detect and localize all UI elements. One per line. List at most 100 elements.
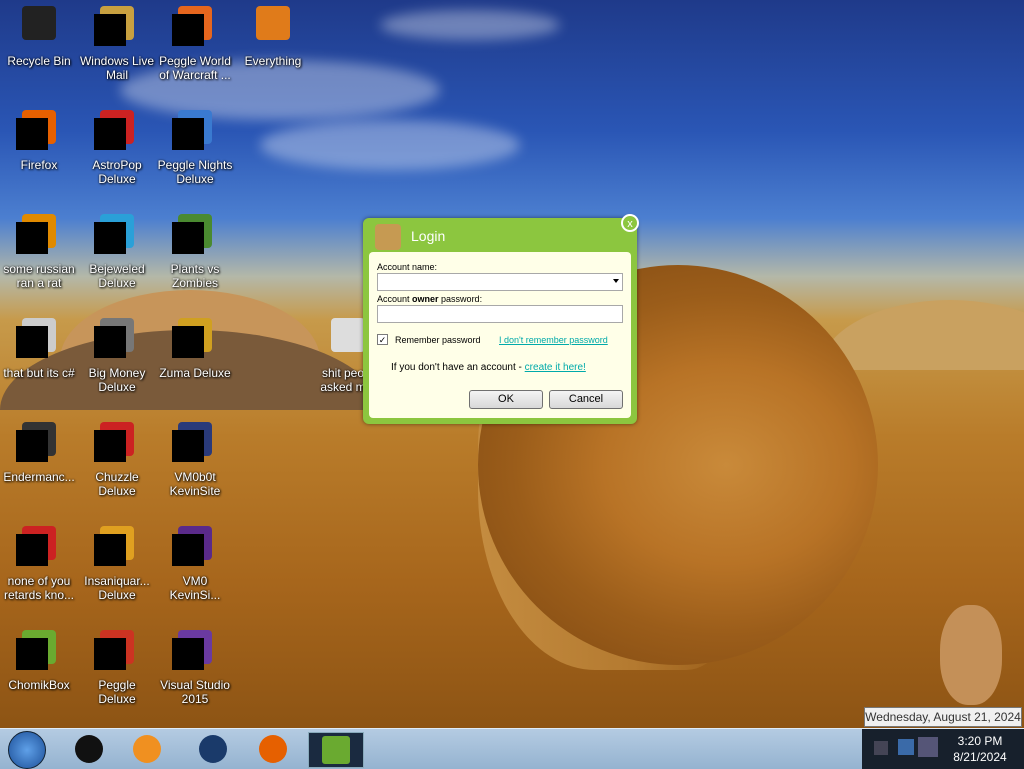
app-icon[interactable]: [16, 214, 56, 254]
visual-studio-icon[interactable]: [172, 630, 212, 670]
account-name-label: Account name:: [377, 262, 438, 272]
redaction-box: [172, 326, 204, 358]
desktop-icon[interactable]: Zuma Deluxe: [157, 318, 233, 380]
chevron-down-icon[interactable]: [613, 279, 619, 283]
network-icon[interactable]: [898, 739, 914, 755]
ok-button[interactable]: OK: [469, 390, 543, 409]
astropop-icon[interactable]: [94, 110, 134, 150]
taskbar-button[interactable]: [308, 732, 364, 768]
desktop-icon[interactable]: Firefox: [1, 110, 77, 172]
chomikbox-icon: [322, 736, 350, 764]
vm-icon[interactable]: [172, 526, 212, 566]
desktop-icon[interactable]: Peggle World of Warcraft ...: [157, 6, 233, 82]
desktop-icon-label: Insaniquar... Deluxe: [84, 574, 150, 602]
redaction-box: [16, 222, 48, 254]
firefox-icon: [259, 735, 287, 763]
desktop-icon-label: AstroPop Deluxe: [92, 158, 142, 186]
vm-icon[interactable]: [172, 422, 212, 462]
desktop-icon[interactable]: Big Money Deluxe: [79, 318, 155, 394]
zuma-icon[interactable]: [172, 318, 212, 358]
app-icon[interactable]: [16, 526, 56, 566]
firefox-icon[interactable]: [16, 110, 56, 150]
desktop-icon-label: Everything: [244, 54, 302, 68]
redaction-box: [94, 14, 126, 46]
owner-password-label: Account owner password:: [377, 294, 482, 304]
folder-icon[interactable]: [331, 318, 365, 352]
desktop-icon[interactable]: VM0 KevinSi...: [157, 526, 233, 602]
desktop-icon[interactable]: Peggle Nights Deluxe: [157, 110, 233, 186]
desktop-icon-label: Recycle Bin: [7, 54, 71, 68]
desktop-icon[interactable]: VM0b0t KevinSite: [157, 422, 233, 498]
desktop-icon[interactable]: Endermanc...: [1, 422, 77, 484]
tray-app-icon[interactable]: [874, 741, 888, 755]
desktop-icon[interactable]: Bejeweled Deluxe: [79, 214, 155, 290]
bejeweled-icon[interactable]: [94, 214, 134, 254]
redaction-box: [172, 638, 204, 670]
cloud: [380, 10, 560, 40]
account-name-dropdown[interactable]: [377, 273, 623, 291]
clock[interactable]: 3:20 PM 8/21/2024: [940, 733, 1020, 765]
desktop-icon-label: Endermanc...: [3, 470, 75, 484]
desktop-icon[interactable]: none of you retards kno...: [1, 526, 77, 602]
big-money-icon[interactable]: [94, 318, 134, 358]
tray-app-icon-2[interactable]: [918, 737, 938, 757]
hill: [820, 300, 1024, 370]
desktop-icon-label: Windows Live Mail: [79, 54, 155, 82]
desktop-icon-label: some russian ran a rat: [3, 262, 75, 290]
taskbar: 3:20 PM 8/21/2024: [0, 728, 1024, 769]
chomikbox-icon[interactable]: [16, 630, 56, 670]
close-icon[interactable]: x: [621, 214, 639, 232]
desktop-icon-label: Plants vs Zombies: [170, 262, 220, 290]
taskbar-button[interactable]: [246, 732, 300, 766]
cancel-button[interactable]: Cancel: [549, 390, 623, 409]
insaniquarium-icon[interactable]: [94, 526, 134, 566]
taskbar-button[interactable]: [186, 732, 240, 766]
redaction-box: [172, 222, 204, 254]
hamster-mascot: [940, 605, 1002, 705]
desktop-icon-label: Peggle World of Warcraft ...: [159, 54, 231, 82]
redaction-box: [172, 14, 204, 46]
dialog-body: Account name: Account owner password: ✓ …: [369, 252, 631, 418]
desktop-icon[interactable]: Windows Live Mail: [79, 6, 155, 82]
redaction-box: [172, 430, 204, 462]
plants-vs-zombies-icon[interactable]: [172, 214, 212, 254]
search-icon[interactable]: [256, 6, 290, 40]
owner-password-label-post: password:: [438, 294, 483, 304]
app-icon[interactable]: [16, 318, 56, 358]
desktop-icon[interactable]: that but its c#: [1, 318, 77, 380]
media-player-icon: [133, 735, 161, 763]
chuzzle-icon[interactable]: [94, 422, 134, 462]
desktop-icon[interactable]: AstroPop Deluxe: [79, 110, 155, 186]
desktop-icon[interactable]: Plants vs Zombies: [157, 214, 233, 290]
desktop-icon[interactable]: Everything: [235, 6, 311, 68]
desktop-icon[interactable]: some russian ran a rat: [1, 214, 77, 290]
mail-icon[interactable]: [94, 6, 134, 46]
desktop-icon[interactable]: Recycle Bin: [1, 6, 77, 68]
owner-password-field[interactable]: [377, 305, 623, 323]
app-icon[interactable]: [16, 422, 56, 462]
clock-time: 3:20 PM: [957, 734, 1003, 748]
desktop-icon[interactable]: Chuzzle Deluxe: [79, 422, 155, 498]
taskbar-button[interactable]: [62, 732, 116, 766]
desktop-icon[interactable]: Visual Studio 2015: [157, 630, 233, 706]
peggle-icon[interactable]: [172, 6, 212, 46]
desktop-icon[interactable]: Peggle Deluxe: [79, 630, 155, 706]
create-account-link[interactable]: create it here!: [525, 362, 586, 373]
redaction-box: [94, 534, 126, 566]
peggle-icon[interactable]: [94, 630, 134, 670]
start-button[interactable]: [8, 731, 46, 769]
taskbar-button[interactable]: [120, 732, 174, 766]
peggle-nights-icon[interactable]: [172, 110, 212, 150]
desktop-icon[interactable]: ChomikBox: [1, 630, 77, 692]
forgot-password-link[interactable]: I don't remember password: [499, 335, 608, 345]
globe-icon: [199, 735, 227, 763]
desktop[interactable]: Recycle Bin Windows Live Mail Peggle World…: [0, 0, 1024, 728]
clock-date: 8/21/2024: [953, 750, 1007, 764]
redaction-box: [16, 326, 48, 358]
desktop-icon[interactable]: Insaniquar... Deluxe: [79, 526, 155, 602]
desktop-icon-label: VM0b0t KevinSite: [169, 470, 221, 498]
redaction-box: [172, 534, 204, 566]
recycle-bin-icon[interactable]: [22, 6, 56, 40]
remember-password-checkbox[interactable]: ✓: [377, 334, 388, 345]
desktop-icon-label: Visual Studio 2015: [160, 678, 230, 706]
